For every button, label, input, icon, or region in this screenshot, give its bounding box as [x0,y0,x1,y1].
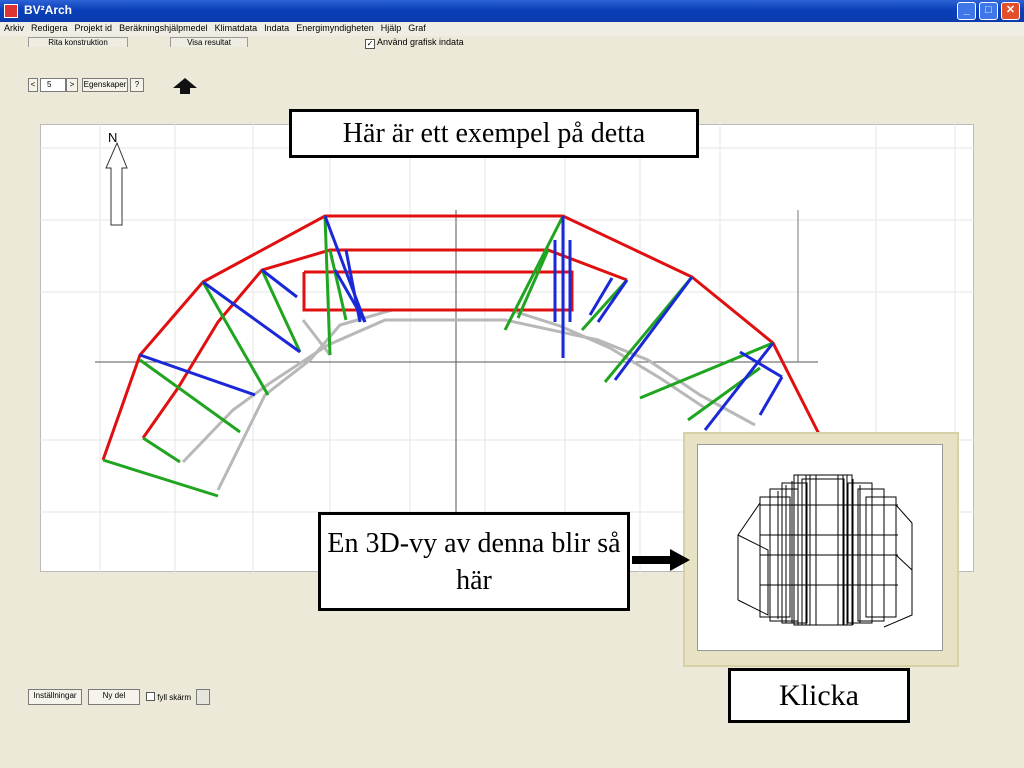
3d-preview-frame [683,432,959,667]
settings-button[interactable]: Inställningar [28,689,82,705]
middle-outline [102,215,774,498]
outer-outline [101,214,824,461]
view-3d-callout: En 3D-vy av denna blir så här [318,512,630,611]
right-arrow-icon [632,549,690,571]
fill-screen-label: fyll skärm [157,693,192,702]
inner-outline [139,215,784,431]
example-callout: Här är ett exempel på detta [289,109,699,158]
north-arrow-icon [105,141,128,226]
fill-screen-checkbox[interactable] [146,692,155,701]
3d-wireframe-view [737,474,913,628]
base-outline [181,308,756,491]
3d-preview-panel[interactable] [697,444,943,651]
north-label: N [108,130,117,145]
fill-screen-color-box[interactable] [196,689,210,705]
new-part-button[interactable]: Ny del [88,689,140,705]
fill-screen-row[interactable]: fyll skärm [146,692,191,702]
click-callout: Klicka [728,668,910,723]
